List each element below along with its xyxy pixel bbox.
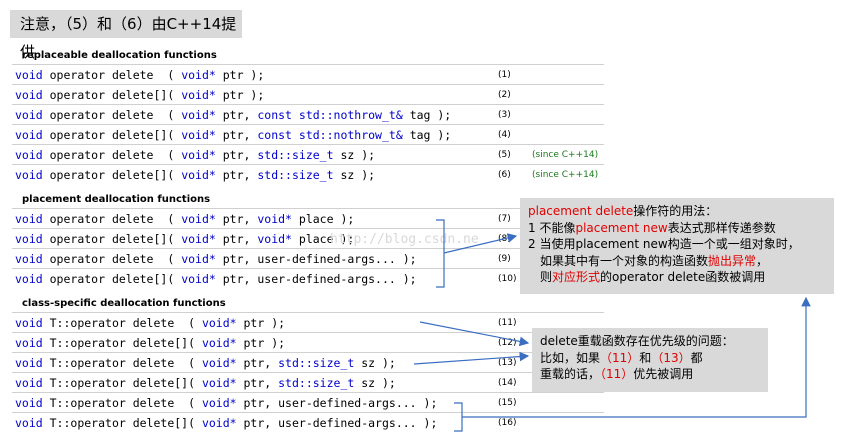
note-text-span: 的operator delete函数被调用: [600, 270, 766, 284]
placement-delete-note: placement delete操作符的用法： 1 不能像placement n…: [520, 198, 834, 294]
note-text-span: （11）: [600, 350, 640, 365]
note-text-span: 表达式那样传递参数: [667, 220, 776, 235]
note1-line3: 2 当使用placement new构造一个或一组对象时，: [528, 236, 826, 253]
note1-line5: 则对应形式的operator delete函数被调用: [528, 269, 826, 286]
note-text-span: 操作符的用法：: [633, 204, 718, 218]
note1-line4: 如果其中有一个对象的构造函数抛出异常，: [528, 253, 826, 270]
note-text-span: 2 当使用placement new构造一个或一组对象时，: [528, 237, 800, 251]
note-text-span: （13）: [651, 350, 691, 365]
note-text-span: 抛出异常: [708, 253, 757, 268]
note1-line2: 1 不能像placement new表达式那样传递参数: [528, 220, 826, 237]
note2-line3: 重载的话，（11）优先被调用: [540, 366, 760, 383]
note-text-span: 和: [639, 350, 652, 365]
note2-line1: delete重载函数存在优先级的问题：: [540, 333, 760, 350]
note-text-span: 都: [690, 350, 703, 365]
note1-line1: placement delete操作符的用法：: [528, 203, 826, 220]
note-text-span: placement delete: [528, 204, 634, 218]
arrow-from-11: [419, 321, 530, 347]
note-text-span: 则: [540, 270, 553, 284]
note-text-span: 比如，如果: [540, 350, 601, 365]
note-text-span: ，: [756, 253, 769, 268]
placement-bracket: [436, 219, 516, 288]
priority-note: delete重载函数存在优先级的问题： 比如，如果（11）和（13）都 重载的话…: [532, 328, 768, 392]
note-text-span: 重载的话，: [540, 367, 601, 381]
note-text-span: delete重载函数存在优先级的问题：: [540, 334, 734, 348]
arrow-from-13: [413, 351, 530, 365]
note-text-span: 对应形式: [552, 270, 601, 284]
note-text-span: placement new: [575, 220, 668, 235]
note2-line2: 比如，如果（11）和（13）都: [540, 350, 760, 367]
note-text-span: 如果其中有一个对象的构造函数: [540, 253, 709, 268]
note-text-span: （11）: [600, 367, 634, 381]
note-text-span: 1 不能像: [528, 220, 576, 235]
note-text-span: 优先被调用: [633, 367, 694, 381]
